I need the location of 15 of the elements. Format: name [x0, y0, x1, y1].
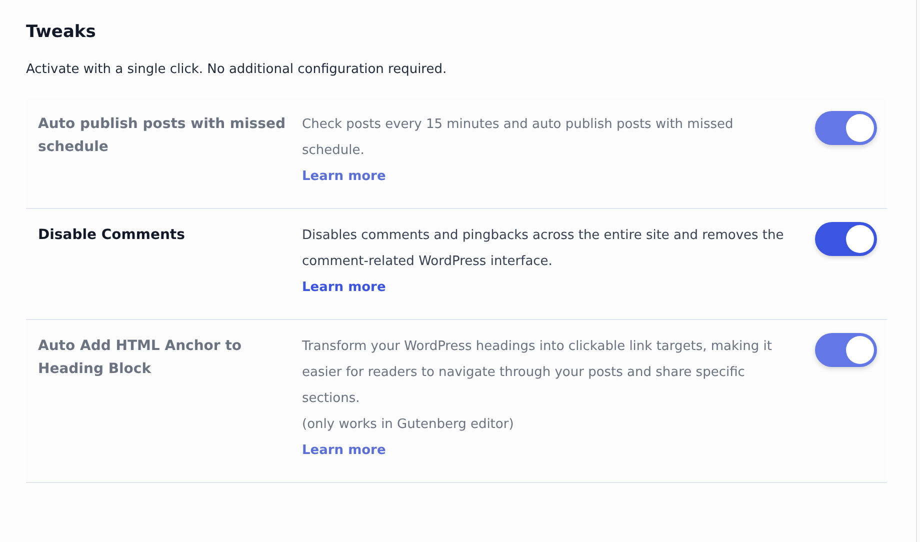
tweak-note: (only works in Gutenberg editor): [302, 416, 515, 434]
tweak-description: Disables comments and pingbacks across the entire site and removes the comment-related WordPress interface.: [302, 227, 785, 271]
tweak-name: Auto publish posts with missed schedule: [38, 115, 286, 157]
tweak-description: Transform your WordPress headings into clickable link targets, making it easier for readers to navigate through your posts and share specific sections.: [302, 338, 773, 408]
learn-more-link[interactable]: Learn more: [302, 275, 386, 301]
learn-more-link[interactable]: Learn more: [302, 164, 386, 190]
toggle-switch[interactable]: [815, 333, 877, 367]
learn-more-link[interactable]: Learn more: [302, 438, 386, 464]
tweak-description: Check posts every 15 minutes and auto publish posts with missed schedule.: [302, 116, 734, 160]
tweak-name: Disable Comments: [38, 226, 186, 245]
tweak-name: Auto Add HTML Anchor to Heading Block: [38, 337, 243, 379]
toggle-switch[interactable]: [815, 222, 877, 256]
toggle-switch[interactable]: [815, 111, 877, 145]
section-subtitle: Activate with a single click. No additional configuration required.: [26, 61, 448, 79]
section-title: Tweaks: [26, 21, 97, 44]
